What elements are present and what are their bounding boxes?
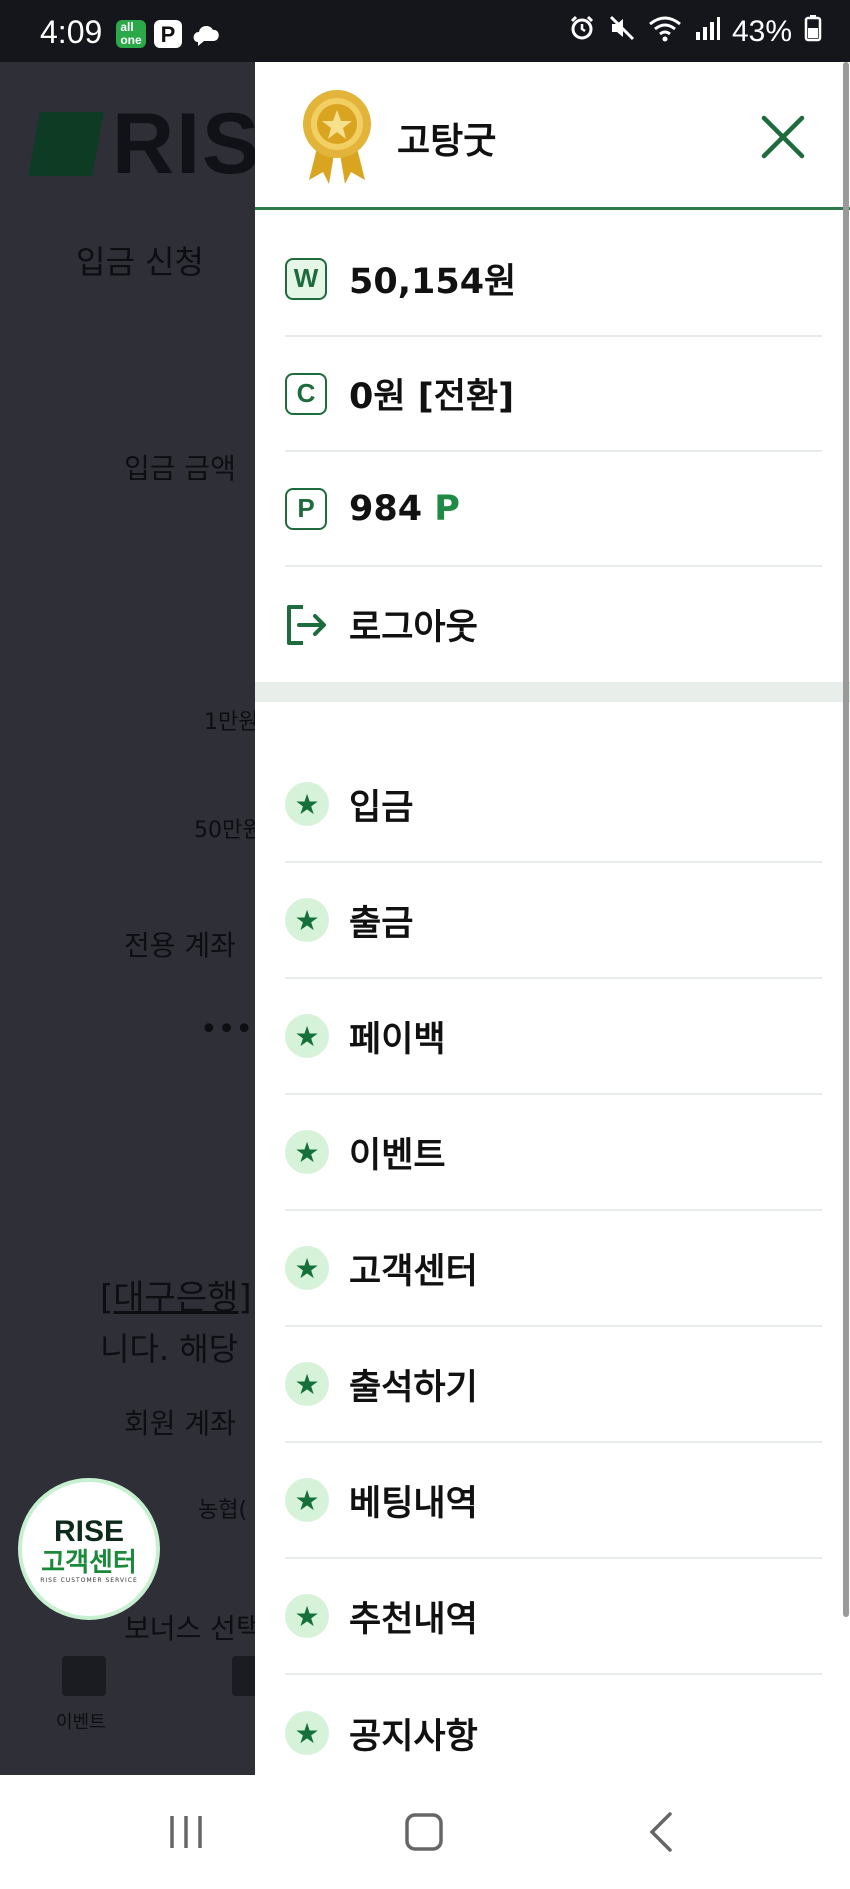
battery-text: 43%	[731, 15, 792, 48]
star-icon: ★	[285, 782, 329, 826]
menu-item-label: 고객센터	[349, 1251, 478, 1292]
menu-item-label: 이벤트	[349, 1135, 446, 1176]
menu-item-label: 입금	[349, 787, 414, 828]
menu-item-payback[interactable]: ★ 페이백	[285, 979, 822, 1095]
wifi-icon	[648, 14, 682, 50]
won-icon: W	[285, 257, 327, 300]
mute-icon	[608, 14, 636, 50]
status-time: 4:09	[40, 14, 103, 50]
point-row[interactable]: P 984 P	[285, 452, 822, 567]
bg-label: •••	[200, 1012, 254, 1047]
alarm-icon	[568, 14, 596, 50]
menu-item-label: 추천내역	[349, 1599, 478, 1640]
bg-label: 농협(	[198, 1498, 248, 1523]
star-icon: ★	[285, 1246, 329, 1290]
balance-won-row[interactable]: W 50,154원	[285, 222, 822, 337]
recent-apps-icon[interactable]	[156, 1805, 216, 1859]
menu-item-notices[interactable]: ★ 공지사항	[285, 1675, 822, 1775]
bg-label: 회원 계좌	[124, 1407, 236, 1440]
status-bar: 4:09 all one P 43%	[0, 0, 850, 62]
bg-label: 입금 금액	[124, 452, 236, 485]
cloud-chat-icon	[190, 20, 222, 48]
coin-icon: C	[285, 372, 327, 415]
point-amount: 984	[349, 488, 423, 529]
menu-item-customer-center[interactable]: ★ 고객센터	[285, 1211, 822, 1327]
close-icon[interactable]	[760, 114, 806, 160]
all-one-icon: all one	[116, 20, 146, 48]
back-icon[interactable]	[632, 1805, 692, 1859]
gold-medal-icon	[303, 90, 371, 184]
bg-label: 50만원	[194, 818, 255, 843]
username: 고탕굿	[397, 121, 497, 162]
point-icon: P	[285, 487, 327, 530]
fab-brand: RISE	[53, 1514, 125, 1548]
calendar-icon	[62, 1656, 106, 1696]
customer-center-button[interactable]: RISE 고객센터 RISE CUSTOMER SERVICE	[18, 1478, 160, 1620]
bg-label: [대구은행]	[100, 1278, 252, 1318]
menu-item-attendance[interactable]: ★ 출석하기	[285, 1327, 822, 1443]
menu-item-label: 공지사항	[349, 1716, 478, 1757]
point-suffix: P	[434, 488, 460, 529]
menu-item-label: 페이백	[349, 1019, 446, 1060]
side-drawer: 고탕굿 W 50,154원 C 0원 [전환] P 984 P 로그아웃 ★ 입…	[255, 62, 850, 1775]
star-icon: ★	[285, 1362, 329, 1406]
menu-item-betting-history[interactable]: ★ 베팅내역	[285, 1443, 822, 1559]
calendar-icon	[232, 1656, 255, 1696]
balance-coin-row[interactable]: C 0원 [전환]	[285, 337, 822, 452]
star-icon: ★	[285, 1711, 329, 1755]
balance-coin: 0원 [전환]	[349, 377, 515, 417]
rise-logo: RIS	[28, 96, 255, 192]
menu-item-referrals[interactable]: ★ 추천내역	[285, 1559, 822, 1675]
home-icon[interactable]	[394, 1805, 454, 1859]
star-icon: ★	[285, 898, 329, 942]
section-divider	[255, 682, 850, 702]
menu-item-deposit[interactable]: ★ 입금	[285, 747, 822, 863]
star-icon: ★	[285, 1478, 329, 1522]
menu-item-withdraw[interactable]: ★ 출금	[285, 863, 822, 979]
star-icon: ★	[285, 1014, 329, 1058]
signal-icon	[694, 14, 720, 50]
menu-item-label: 베팅내역	[349, 1483, 478, 1524]
star-icon: ★	[285, 1594, 329, 1638]
drawer-header: 고탕굿	[255, 62, 850, 210]
bg-label: 니다. 해당	[100, 1330, 239, 1368]
balance-won: 50,154원	[349, 262, 517, 302]
point-value: 984 P	[349, 489, 460, 529]
rise-logo-mark-icon	[28, 112, 104, 176]
navigation-bar	[0, 1775, 850, 1889]
logout-icon	[287, 604, 326, 645]
bg-title: 입금 신청	[76, 243, 204, 281]
bg-label: 전용 계좌	[124, 929, 236, 962]
fab-caption: RISE CUSTOMER SERVICE	[40, 1576, 138, 1584]
parking-icon: P	[154, 20, 182, 48]
system-icons: 43%	[568, 14, 822, 50]
logout-row[interactable]: 로그아웃	[285, 567, 822, 682]
bg-label: 보너스 선택	[124, 1612, 255, 1645]
drawer-scrollbar[interactable]	[843, 62, 849, 1617]
bg-label: 1만원	[204, 710, 255, 735]
battery-icon	[804, 14, 822, 50]
menu-item-event[interactable]: ★ 이벤트	[285, 1095, 822, 1211]
bottom-tab-label: 이벤트	[56, 1712, 106, 1733]
fab-label: 고객센터	[41, 1547, 137, 1578]
menu-item-label: 출석하기	[349, 1367, 478, 1408]
logout-label: 로그아웃	[349, 608, 478, 648]
menu-item-label: 출금	[349, 903, 414, 944]
star-icon: ★	[285, 1130, 329, 1174]
